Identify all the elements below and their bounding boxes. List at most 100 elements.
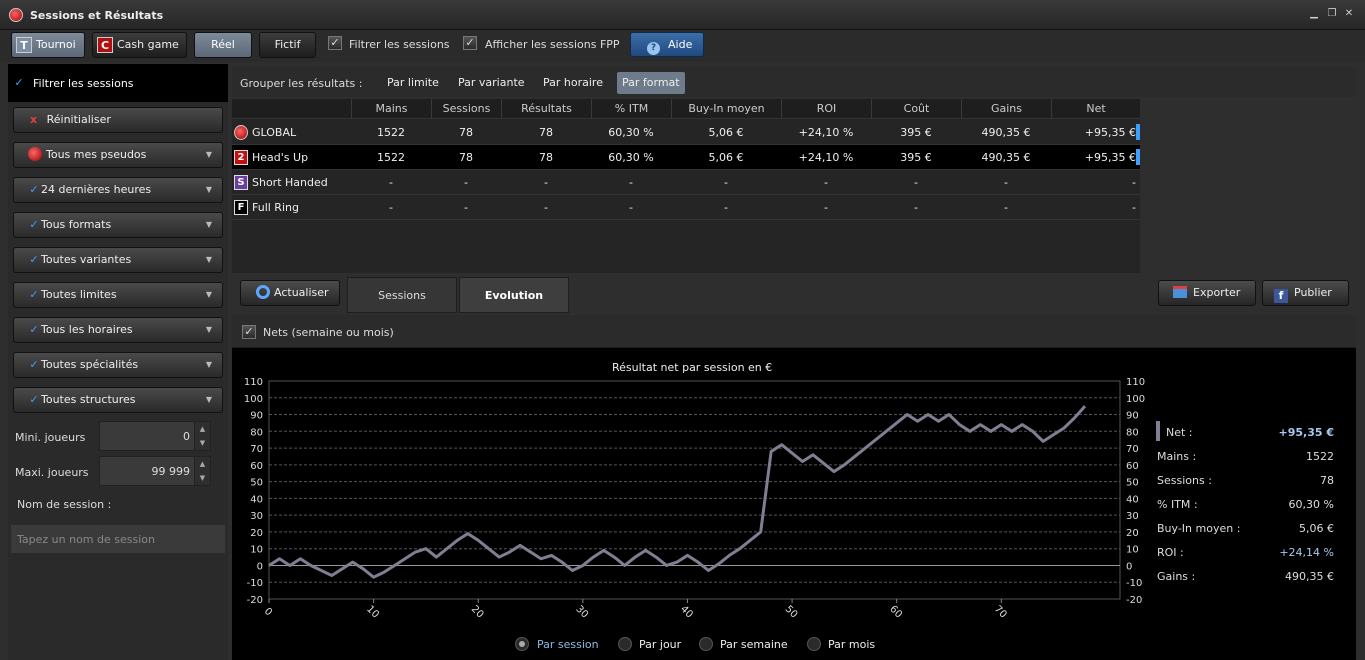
filtrer-checkbox[interactable]: ✓ — [328, 36, 342, 50]
variantes-label: Toutes variantes — [41, 253, 132, 266]
check-icon: ✓ — [29, 323, 39, 336]
y-tick-label: -10 — [247, 578, 263, 589]
x-tick-label: 0 — [262, 606, 274, 618]
col-itm[interactable]: % ITM — [591, 99, 671, 119]
format-icon: F — [234, 200, 248, 215]
table-cell: - — [824, 201, 828, 214]
exporter-button[interactable]: Exporter — [1158, 280, 1256, 306]
table-cell: 1522 — [377, 151, 405, 164]
table-row[interactable]: F Full Ring - - - - - - - - - — [232, 195, 1140, 220]
x-tick-label: 30 — [573, 604, 590, 621]
nets-label: Nets (semaine ou mois) — [263, 326, 394, 339]
fpp-checkbox[interactable]: ✓ — [463, 36, 477, 50]
publier-label: Publier — [1294, 286, 1332, 299]
table-cell: - — [724, 176, 728, 189]
y-tick-label-right: -10 — [1126, 578, 1142, 589]
y-tick-label: 80 — [250, 427, 263, 438]
y-tick-label: 90 — [250, 411, 263, 422]
structures-dropdown[interactable]: ✓ Toutes structures ▼ — [13, 387, 223, 413]
tab-sessions[interactable]: Sessions — [347, 277, 457, 313]
radio-par-mois[interactable] — [807, 637, 821, 651]
mini-joueurs-stepper[interactable]: 0 ▲ ▼ — [99, 421, 211, 451]
group-par-format[interactable]: Par format — [617, 72, 685, 94]
up-icon[interactable]: ▲ — [195, 422, 210, 436]
table-cell: 490,35 € — [981, 126, 1031, 139]
formats-label: Tous formats — [41, 218, 112, 231]
col-net[interactable]: Net — [1051, 99, 1140, 119]
pseudos-label: Tous mes pseudos — [46, 148, 147, 161]
table-cell: - — [544, 201, 548, 214]
stat-value: 60,30 % — [1288, 498, 1334, 511]
app-icon — [9, 8, 23, 22]
table-cell: - — [824, 176, 828, 189]
chevron-down-icon: ▼ — [205, 150, 212, 159]
session-name-input[interactable]: Tapez un nom de session — [10, 524, 226, 554]
reel-button[interactable]: Réel — [194, 32, 252, 58]
cash-badge-icon: C — [97, 37, 113, 53]
table-row[interactable]: GLOBAL 1522 78 78 60,30 % 5,06 € +24,10 % 395 €… — [232, 120, 1140, 145]
variantes-dropdown[interactable]: ✓ Toutes variantes ▼ — [13, 247, 223, 273]
col-roi[interactable]: ROI — [781, 99, 871, 119]
down-icon[interactable]: ▼ — [195, 471, 210, 485]
specialites-dropdown[interactable]: ✓ Toutes spécialités ▼ — [13, 352, 223, 378]
radio-par-jour[interactable] — [618, 637, 632, 651]
period-dropdown[interactable]: ✓ 24 dernières heures ▼ — [13, 177, 223, 203]
table-cell: 78 — [539, 151, 553, 164]
group-par-variante[interactable]: Par variante — [453, 72, 530, 94]
table-cell: - — [629, 201, 633, 214]
fictif-button[interactable]: Fictif — [259, 32, 316, 58]
col-gains[interactable]: Gains — [961, 99, 1051, 119]
nets-checkbox[interactable]: ✓ — [242, 325, 256, 339]
group-par-horaire[interactable]: Par horaire — [538, 72, 608, 94]
stat-value: 5,06 € — [1299, 522, 1334, 535]
y-tick-label: 40 — [250, 494, 263, 505]
col-cout[interactable]: Coût — [871, 99, 961, 119]
horaires-dropdown[interactable]: ✓ Tous les horaires ▼ — [13, 317, 223, 343]
chevron-down-icon: ▼ — [205, 185, 212, 194]
minimize-icon[interactable]: ▁ — [1308, 9, 1320, 19]
name-label: Nom de session : — [17, 498, 112, 511]
table-cell: 5,06 € — [708, 151, 744, 164]
actualiser-button[interactable]: Actualiser — [240, 280, 340, 306]
table-cell: +24,10 % — [798, 151, 854, 164]
table-cell: 78 — [459, 151, 473, 164]
group-par-limite[interactable]: Par limite — [382, 72, 444, 94]
table-cell: - — [1004, 176, 1008, 189]
col-buyin[interactable]: Buy-In moyen — [671, 99, 781, 119]
cash-game-button[interactable]: C Cash game — [92, 32, 187, 58]
col-resultats[interactable]: Résultats — [501, 99, 591, 119]
maxi-joueurs-stepper[interactable]: 99 999 ▲ ▼ — [99, 456, 211, 486]
table-cell: - — [724, 201, 728, 214]
y-tick-label-right: 10 — [1126, 545, 1139, 556]
limites-dropdown[interactable]: ✓ Toutes limites ▼ — [13, 282, 223, 308]
tab-evolution[interactable]: Evolution — [459, 277, 569, 313]
radio-par-session[interactable] — [515, 637, 529, 651]
table-cell: - — [1132, 201, 1136, 214]
check-icon: ✓ — [29, 218, 39, 231]
table-cell: 5,06 € — [708, 126, 744, 139]
pseudo-icon — [28, 147, 42, 161]
structures-label: Toutes structures — [41, 393, 136, 406]
table-cell: - — [464, 176, 468, 189]
panel-header: ✓ Nets (semaine ou mois) — [232, 315, 1356, 348]
reset-button[interactable]: x Réinitialiser — [13, 107, 223, 133]
tournoi-button[interactable]: T Tournoi — [11, 32, 85, 58]
sidebar-header[interactable]: ✓ Filtrer les sessions — [8, 64, 228, 102]
col-sessions[interactable]: Sessions — [431, 99, 501, 119]
radio-par-semaine[interactable] — [699, 637, 713, 651]
close-icon[interactable]: ✕ — [1343, 9, 1355, 19]
table-row[interactable]: S Short Handed - - - - - - - - - — [232, 170, 1140, 195]
up-icon[interactable]: ▲ — [195, 457, 210, 471]
col-mains[interactable]: Mains — [351, 99, 431, 119]
formats-dropdown[interactable]: ✓ Tous formats ▼ — [13, 212, 223, 238]
aide-button[interactable]: ? Aide — [630, 32, 704, 57]
fpp-label: Afficher les sessions FPP — [485, 38, 620, 51]
pseudos-dropdown[interactable]: Tous mes pseudos ▼ — [13, 142, 223, 168]
evolution-panel: ✓ Nets (semaine ou mois) 110 110 100 100 90 9… — [232, 315, 1356, 660]
table-cell: - — [914, 201, 918, 214]
table-row[interactable]: 2 Head's Up 1522 78 78 60,30 % 5,06 € +24,10 % 3… — [232, 145, 1140, 170]
restore-icon[interactable]: ❐ — [1326, 9, 1338, 19]
publier-button[interactable]: f Publier — [1262, 280, 1349, 306]
down-icon[interactable]: ▼ — [195, 436, 210, 450]
y-tick-label-right: 90 — [1126, 411, 1139, 422]
